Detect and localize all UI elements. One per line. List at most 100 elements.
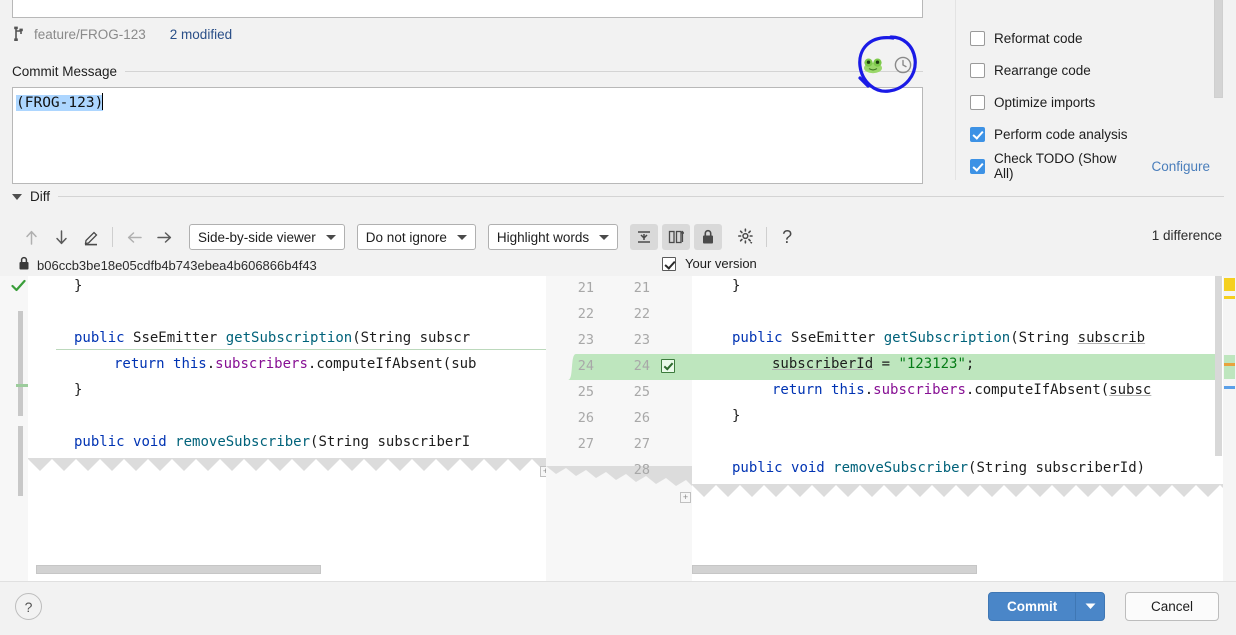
- commit-message-text: (FROG-123): [16, 93, 104, 111]
- code-line: }: [732, 408, 741, 424]
- collapse-triangle-icon[interactable]: [12, 193, 22, 200]
- line-number-new: 27: [633, 436, 650, 452]
- arrow-up-icon[interactable]: [16, 223, 46, 251]
- options-scrollbar-thumb[interactable]: [1214, 0, 1223, 98]
- right-horizontal-scrollbar[interactable]: [692, 565, 977, 574]
- added-marker[interactable]: [1224, 355, 1235, 379]
- checkbox-optimize-imports[interactable]: [970, 94, 985, 110]
- right-diff-pane[interactable]: } public SseEmitter getSubscription(Stri…: [692, 276, 1236, 581]
- your-version-label: Your version: [685, 256, 757, 271]
- sync-scroll-icon[interactable]: [662, 224, 691, 250]
- text-caret: [102, 93, 104, 110]
- diff-body: } public SseEmitter getSubscription(Stri…: [0, 276, 1236, 581]
- option-check-todo[interactable]: Check TODO (Show All) Configure: [970, 150, 1210, 182]
- warning-marker-line[interactable]: [1224, 296, 1235, 299]
- commit-dropdown-icon[interactable]: [1076, 603, 1104, 610]
- info-marker[interactable]: [1224, 386, 1235, 389]
- commit-files-panel-edge: [12, 0, 923, 18]
- commit-message-value: (FROG-123): [16, 95, 104, 111]
- line-number-old: 23: [577, 332, 594, 348]
- left-horizontal-scrollbar[interactable]: [36, 565, 321, 574]
- check-icon: [11, 279, 26, 296]
- right-vertical-scrollbar[interactable]: [1215, 276, 1222, 456]
- warning-marker[interactable]: [1224, 278, 1235, 291]
- commit-message-input[interactable]: (FROG-123): [12, 87, 923, 184]
- configure-link[interactable]: Configure: [1151, 159, 1210, 174]
- checkbox-your-version[interactable]: [662, 256, 676, 271]
- toolbar-divider-2: [766, 227, 768, 247]
- help-button[interactable]: ?: [15, 593, 42, 620]
- code-line: public SseEmitter getSubscription(String…: [74, 330, 471, 346]
- checkbox-reformat-code[interactable]: [970, 30, 985, 46]
- gear-icon[interactable]: [732, 224, 760, 250]
- code-line: public SseEmitter getSubscription(String…: [732, 330, 1146, 346]
- line-number-new: 21: [633, 280, 650, 296]
- option-label: Reformat code: [994, 30, 1083, 46]
- lock-icon[interactable]: [694, 224, 723, 250]
- left-revision-row: b06ccb3be18e05cdfb4b743ebea4b606866b4f43: [18, 256, 317, 274]
- option-label: Perform code analysis: [994, 126, 1128, 142]
- code-line: }: [74, 278, 83, 294]
- line-number-old: 22: [577, 306, 594, 322]
- arrow-right-icon[interactable]: [149, 223, 179, 251]
- git-branch-icon: [12, 26, 26, 42]
- arrow-down-icon[interactable]: [46, 223, 76, 251]
- line-number-old: 26: [577, 410, 594, 426]
- cancel-button[interactable]: Cancel: [1125, 592, 1219, 621]
- pencil-icon[interactable]: [76, 223, 106, 251]
- folded-region-connector: [546, 466, 692, 486]
- change-underline: [56, 349, 546, 350]
- commit-message-header: Commit Message: [12, 64, 923, 79]
- left-gutter: [0, 276, 28, 581]
- code-line: }: [732, 278, 741, 294]
- line-number-old: 27: [577, 436, 594, 452]
- frog-icon[interactable]: [862, 56, 884, 74]
- header-divider: [125, 71, 923, 72]
- checkbox-check-todo[interactable]: [970, 158, 985, 174]
- modified-range-bar: [18, 311, 23, 416]
- code-line: public void removeSubscriber(String subs…: [74, 434, 471, 450]
- option-label: Check TODO (Show All): [994, 151, 1117, 181]
- code-line: public void removeSubscriber(String subs…: [732, 460, 1146, 476]
- expand-fold-button[interactable]: +: [680, 492, 691, 503]
- collapse-unchanged-icon[interactable]: [630, 224, 659, 250]
- revision-hash[interactable]: b06ccb3be18e05cdfb4b743ebea4b606866b4f43: [37, 258, 317, 273]
- chevron-down-icon: [325, 234, 336, 240]
- option-reformat-code[interactable]: Reformat code: [970, 22, 1210, 54]
- line-number-new: 22: [633, 306, 650, 322]
- help-icon[interactable]: ?: [773, 224, 801, 250]
- difference-count: 1 difference: [1151, 228, 1222, 243]
- modified-count-link[interactable]: 2 modified: [170, 27, 232, 42]
- option-rearrange-code[interactable]: Rearrange code: [970, 54, 1210, 86]
- commit-message-label: Commit Message: [12, 64, 118, 79]
- chevron-down-icon: [456, 234, 467, 240]
- checkbox-rearrange-code[interactable]: [970, 62, 985, 78]
- line-number-new: 23: [633, 332, 650, 348]
- line-number-old: 24: [577, 358, 594, 374]
- ignore-mode-dropdown[interactable]: Do not ignore: [356, 224, 476, 250]
- code-line: return this.subscribers.computeIfAbsent(…: [772, 382, 1152, 398]
- clock-history-icon[interactable]: [894, 56, 912, 74]
- option-perform-code-analysis[interactable]: Perform code analysis: [970, 118, 1210, 150]
- code-line: }: [74, 382, 83, 398]
- diff-section-header[interactable]: Diff: [12, 189, 1224, 204]
- option-optimize-imports[interactable]: Optimize imports: [970, 86, 1210, 118]
- arrow-left-icon[interactable]: [119, 223, 149, 251]
- highlight-mode-dropdown[interactable]: Highlight words: [487, 224, 619, 250]
- checkbox-perform-code-analysis[interactable]: [970, 126, 985, 142]
- diff-toolbar: Side-by-side viewer Do not ignore Highli…: [16, 222, 801, 252]
- diff-marker-strip[interactable]: [1223, 276, 1236, 581]
- modified-marker[interactable]: [1224, 363, 1235, 366]
- line-number-new: 24: [633, 358, 650, 374]
- accept-change-checkbox[interactable]: [661, 359, 675, 373]
- lock-icon: [18, 256, 30, 274]
- commit-button[interactable]: Commit: [988, 592, 1106, 621]
- highlight-mode-value: Highlight words: [496, 229, 590, 245]
- toolbar-divider: [112, 227, 113, 247]
- branch-name[interactable]: feature/FROG-123: [34, 27, 146, 42]
- your-version-row[interactable]: Your version: [662, 256, 757, 271]
- left-diff-pane[interactable]: } public SseEmitter getSubscription(Stri…: [28, 276, 546, 581]
- viewer-mode-dropdown[interactable]: Side-by-side viewer: [189, 224, 345, 250]
- ignore-mode-value: Do not ignore: [365, 229, 447, 245]
- branch-row: feature/FROG-123 2 modified: [12, 23, 232, 45]
